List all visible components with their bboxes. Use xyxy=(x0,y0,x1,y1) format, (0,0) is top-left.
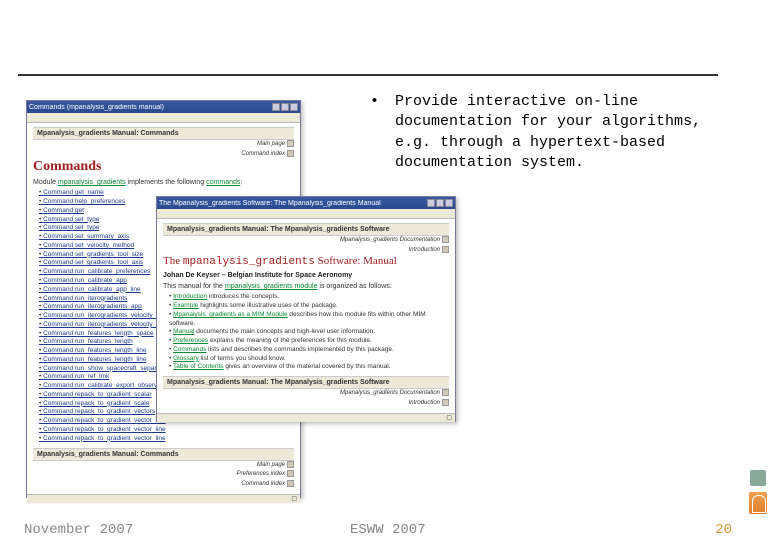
txt: Software: Manual xyxy=(315,255,397,267)
window-titlebar: The Mpanalysis_gradients Software: The M… xyxy=(157,197,455,209)
section-strip: Mpanalysis_gradients Manual: The Mpanaly… xyxy=(163,376,449,389)
footer-event: ESWW 2007 xyxy=(350,522,426,538)
nav-line: Mpanalysis_gradients Documentation xyxy=(163,236,449,244)
status-bar: ▢ xyxy=(27,494,300,503)
link[interactable]: mpanalysis_gradients module xyxy=(225,283,318,290)
nav-arrow-icon[interactable] xyxy=(287,470,294,477)
heading-commands: Commands xyxy=(33,159,294,175)
nav-link[interactable]: Mpanalysis_gradients Documentation xyxy=(340,390,440,396)
minimize-icon[interactable] xyxy=(427,199,435,207)
logo-stack xyxy=(746,470,770,514)
toc-rest: highlights some illustrative uses of the… xyxy=(198,302,337,309)
toc-item: Preferences explains the meaning of the … xyxy=(169,337,449,346)
close-icon[interactable] xyxy=(290,103,298,111)
toc-rest: gives an overview of the material covere… xyxy=(224,363,391,370)
nav-arrow-icon[interactable] xyxy=(287,461,294,468)
nav-arrow-icon[interactable] xyxy=(442,246,449,253)
nav-arrow-icon[interactable] xyxy=(287,150,294,157)
nav-link[interactable]: Introduction xyxy=(409,247,440,253)
txt: is organized as follows: xyxy=(317,283,391,290)
nav-line: Introduction xyxy=(163,246,449,254)
divider-rule xyxy=(18,74,718,76)
toc-list: Introduction introduces the concepts.Exa… xyxy=(163,293,449,372)
toc-item: Manual documents the main concepts and h… xyxy=(169,328,449,337)
toc-link[interactable]: Commands xyxy=(173,346,206,353)
logo-icon xyxy=(749,492,767,514)
command-link[interactable]: Command repack_to_gradient_vector_line xyxy=(39,426,294,435)
close-icon[interactable] xyxy=(445,199,453,207)
toc-item: Commands lists and describes the command… xyxy=(169,346,449,355)
nav-link[interactable]: Main page xyxy=(257,462,285,468)
txt: This manual for the xyxy=(163,283,225,290)
nav-line: Preferences index xyxy=(33,470,294,478)
toc-item: Example highlights some illustrative use… xyxy=(169,302,449,311)
intro-text: Module mpanalysis_gradients implements t… xyxy=(33,179,294,186)
toc-link[interactable]: Mpanalysis_gradients as a MIM Module xyxy=(173,311,288,318)
nav-line: Command index xyxy=(33,480,294,488)
window-content: Mpanalysis_gradients Manual: The Mpanaly… xyxy=(157,219,455,413)
window-title: Commands (mpanalysis_gradients manual) xyxy=(29,104,272,111)
toc-item: Mpanalysis_gradients as a MIM Module des… xyxy=(169,311,449,329)
nav-line: Introduction xyxy=(163,399,449,407)
toc-item: Glossary list of terms you should know. xyxy=(169,355,449,364)
minimize-icon[interactable] xyxy=(272,103,280,111)
brand-sidebar: aeronomie.be xyxy=(750,0,774,540)
window-toolbar xyxy=(157,209,455,219)
nav-link[interactable]: Mpanalysis_gradients Documentation xyxy=(340,237,440,243)
toc-link[interactable]: Introduction xyxy=(173,293,207,300)
txt: implements the following xyxy=(126,179,207,186)
window-toolbar xyxy=(27,113,300,123)
window-manual: The Mpanalysis_gradients Software: The M… xyxy=(156,196,456,422)
toc-rest: documents the main concepts and high-lev… xyxy=(194,328,375,335)
manual-desc: This manual for the mpanalysis_gradients… xyxy=(163,283,449,290)
link[interactable]: commands xyxy=(206,179,240,186)
nav-link[interactable]: Introduction xyxy=(409,400,440,406)
txt: : xyxy=(240,179,242,186)
toc-link[interactable]: Table of Contents xyxy=(173,363,224,370)
maximize-icon[interactable] xyxy=(436,199,444,207)
section-strip: Mpanalysis_gradients Manual: Commands xyxy=(33,448,294,461)
command-link[interactable]: Command repack_to_gradient_vector_line xyxy=(39,435,294,444)
nav-link[interactable]: Preferences index xyxy=(237,471,285,477)
toc-rest: explains the meaning of the preferences … xyxy=(208,337,372,344)
toc-link[interactable]: Preferences xyxy=(173,337,208,344)
link[interactable]: mpanalysis_gradients xyxy=(58,179,126,186)
footer-date: November 2007 xyxy=(24,522,133,538)
toc-link[interactable]: Glossary xyxy=(173,355,199,362)
nav-link[interactable]: Command index xyxy=(241,481,285,487)
status-bar: ▢ xyxy=(157,413,455,422)
author-line: Johan De Keyser – Belgian Institute for … xyxy=(163,272,449,279)
toc-rest: lists and describes the commands impleme… xyxy=(206,346,394,353)
maximize-icon[interactable] xyxy=(281,103,289,111)
window-titlebar: Commands (mpanalysis_gradients manual) xyxy=(27,101,300,113)
nav-link[interactable]: Main page xyxy=(257,141,285,147)
toc-item: Introduction introduces the concepts. xyxy=(169,293,449,302)
logo-icon xyxy=(750,470,766,486)
heading-manual: The mpanalysis_gradients Software: Manua… xyxy=(163,255,449,268)
nav-arrow-icon[interactable] xyxy=(442,236,449,243)
window-title: The Mpanalysis_gradients Software: The M… xyxy=(159,200,427,207)
toc-link[interactable]: Manual xyxy=(173,328,194,335)
nav-arrow-icon[interactable] xyxy=(442,389,449,396)
nav-line: Main page xyxy=(33,140,294,148)
toc-item: Table of Contents gives an overview of t… xyxy=(169,363,449,372)
nav-link[interactable]: Command index xyxy=(241,151,285,157)
section-strip: Mpanalysis_gradients Manual: The Mpanaly… xyxy=(163,223,449,236)
txt: The xyxy=(163,255,183,267)
txt: Module xyxy=(33,179,58,186)
nav-line: Mpanalysis_gradients Documentation xyxy=(163,389,449,397)
nav-arrow-icon[interactable] xyxy=(287,480,294,487)
screenshot-area: Commands (mpanalysis_gradients manual) M… xyxy=(26,100,456,500)
toc-rest: introduces the concepts. xyxy=(207,293,279,300)
txt-mono: mpanalysis_gradients xyxy=(183,256,315,268)
nav-arrow-icon[interactable] xyxy=(442,399,449,406)
nav-line: Main page xyxy=(33,461,294,469)
footer-pagenum: 20 xyxy=(715,522,732,538)
toc-link[interactable]: Example xyxy=(173,302,198,309)
nav-arrow-icon[interactable] xyxy=(287,140,294,147)
section-strip: Mpanalysis_gradients Manual: Commands xyxy=(33,127,294,140)
nav-line: Command index xyxy=(33,150,294,158)
toc-rest: list of terms you should know. xyxy=(199,355,286,362)
